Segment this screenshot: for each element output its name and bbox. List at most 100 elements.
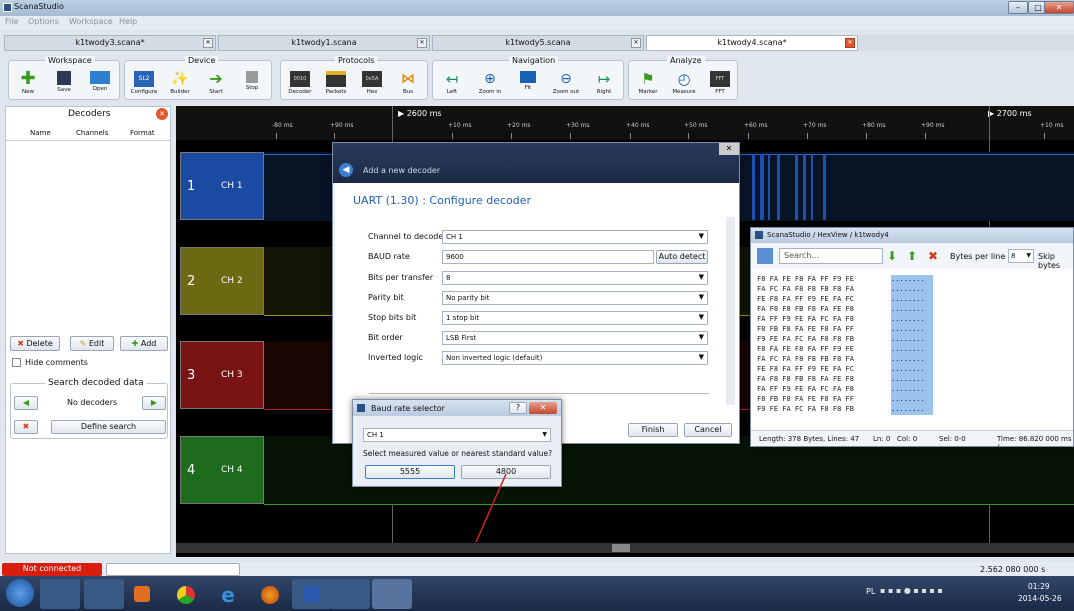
close-icon[interactable]: ✕ — [719, 143, 739, 155]
clear-search-button[interactable]: ✖ — [14, 420, 38, 434]
left-button[interactable]: ↤ Left — [435, 71, 469, 101]
menu-workspace[interactable]: Workspace — [69, 17, 113, 26]
x-icon[interactable]: ✖ — [928, 249, 938, 263]
menu-options[interactable]: Options — [28, 17, 59, 26]
dialog-scrollbar[interactable] — [726, 217, 735, 405]
next-result-button[interactable]: ▶ — [142, 396, 166, 410]
tool-icon[interactable] — [330, 579, 370, 609]
stop-button[interactable]: Stop — [235, 71, 269, 101]
packets-button[interactable]: Packets — [319, 71, 353, 101]
start-button[interactable]: ➔ Start — [199, 71, 233, 101]
tab-k1twody5[interactable]: k1twody5.scana ✕ — [432, 35, 644, 51]
word-icon[interactable] — [292, 579, 332, 609]
prev-result-button[interactable]: ◀ — [14, 396, 38, 410]
bytes-per-line-select[interactable]: 8 ▼ — [1008, 249, 1034, 263]
auto-detect-button[interactable]: Auto detect — [656, 250, 708, 264]
ascii-row[interactable]: ........ — [891, 325, 933, 335]
ascii-row[interactable]: ........ — [891, 405, 933, 415]
hex-row[interactable]: FA F8 F8 FB F8 FA FE F8 — [757, 305, 854, 313]
cancel-button[interactable]: Cancel — [684, 423, 732, 437]
zoom-out-button[interactable]: ⊖ Zoom out — [549, 71, 583, 101]
edit-button[interactable]: ✎ Edit — [70, 336, 114, 351]
add-button[interactable]: ✚ Add — [120, 336, 168, 351]
measured-baud-button[interactable]: 5555 — [365, 465, 455, 479]
fft-button[interactable]: FFT FFT — [703, 71, 737, 101]
ascii-row[interactable]: ........ — [891, 385, 933, 395]
hex-row[interactable]: FA FF F9 FE FA FC FA F8 — [757, 385, 854, 393]
minimize-button[interactable]: – — [1008, 1, 1028, 14]
tab-k1twody3[interactable]: k1twody3.scana* ✕ — [4, 35, 216, 51]
bus-button[interactable]: ⋈ Bus — [391, 71, 425, 101]
close-icon[interactable]: ✕ — [631, 38, 641, 48]
hex-row[interactable]: FA FC FA F8 F8 FB F8 FA — [757, 355, 854, 363]
ascii-row[interactable]: ........ — [891, 345, 933, 355]
scrollbar-thumb[interactable] — [612, 544, 630, 552]
close-icon[interactable]: ✕ — [156, 108, 168, 120]
start-orb-icon[interactable] — [6, 579, 34, 607]
menu-file[interactable]: File — [5, 17, 18, 26]
new-button[interactable]: ✚ New — [11, 70, 45, 101]
channel-4-label[interactable]: 4 CH 4 — [180, 436, 264, 504]
tab-k1twody4[interactable]: k1twody4.scana* ✕ — [646, 35, 858, 51]
save-button[interactable]: Save — [47, 71, 81, 101]
hex-row[interactable]: F8 FB F8 FA FE F8 FA FF — [757, 325, 854, 333]
close-icon[interactable]: ✕ — [417, 38, 427, 48]
fit-button[interactable]: Fit — [511, 71, 545, 101]
arrow-down-icon[interactable]: ⬇ — [887, 249, 897, 263]
close-icon[interactable]: ✕ — [203, 38, 213, 48]
channel-1-label[interactable]: 1 CH 1 — [180, 152, 264, 220]
help-button[interactable]: ? — [509, 402, 527, 414]
hex-search-input[interactable]: Search... — [779, 248, 883, 264]
ascii-row[interactable]: ........ — [891, 295, 933, 305]
hex-button[interactable]: 0x5A Hex — [355, 71, 389, 101]
tab-k1twody1[interactable]: k1twody1.scana ✕ — [218, 35, 430, 51]
ascii-row[interactable]: ........ — [891, 315, 933, 325]
ascii-row[interactable]: ........ — [891, 355, 933, 365]
inverted-select[interactable]: Non inverted logic (default) ▼ — [442, 351, 708, 365]
app-window-icon[interactable] — [84, 579, 124, 609]
close-icon[interactable]: ✕ — [845, 38, 855, 48]
ascii-row[interactable]: ........ — [891, 305, 933, 315]
baud-input[interactable]: 9600 — [442, 250, 654, 264]
configure-button[interactable]: SL2 Configure — [127, 71, 161, 101]
hex-row[interactable]: FA FF F9 FE FA FC FA F8 — [757, 315, 854, 323]
bits-select[interactable]: 8 ▼ — [442, 271, 708, 285]
ascii-row[interactable]: ........ — [891, 335, 933, 345]
chrome-icon[interactable] — [166, 579, 206, 609]
finish-button[interactable]: Finish — [628, 423, 678, 437]
menu-help[interactable]: Help — [119, 17, 137, 26]
measure-button[interactable]: ◴ Measure — [667, 71, 701, 101]
baud-channel-select[interactable]: CH 1 ▼ — [363, 428, 551, 442]
ascii-row[interactable]: ........ — [891, 275, 933, 285]
zoom-in-button[interactable]: ⊕ Zoom in — [473, 71, 507, 101]
ascii-row[interactable]: ........ — [891, 395, 933, 405]
arrow-up-icon[interactable]: ⬆ — [907, 249, 917, 263]
hex-row[interactable]: F9 FE FA FC FA F8 F8 FB — [757, 405, 854, 413]
firefox-icon[interactable] — [250, 579, 290, 609]
channel-select[interactable]: CH 1 ▼ — [442, 230, 708, 244]
explorer-icon[interactable] — [40, 579, 80, 609]
scanastudio-task-icon[interactable] — [372, 579, 412, 609]
channel-2-label[interactable]: 2 CH 2 — [180, 247, 264, 315]
close-button[interactable]: ✕ — [1044, 1, 1074, 14]
parity-select[interactable]: No parity bit ▼ — [442, 291, 708, 305]
channel-3-label[interactable]: 3 CH 3 — [180, 341, 264, 409]
delete-button[interactable]: ✖ Delete — [10, 336, 60, 351]
right-button[interactable]: ↦ Right — [587, 71, 621, 101]
hex-row[interactable]: FE F8 FA FF F9 FE FA FC — [757, 295, 854, 303]
ie-icon[interactable]: e — [208, 579, 248, 609]
hide-comments-checkbox[interactable] — [12, 358, 21, 367]
hex-row[interactable]: F8 FA FE F8 FA FF F9 FE — [757, 275, 854, 283]
hex-row[interactable]: FA FC FA F8 F8 FB F8 FA — [757, 285, 854, 293]
define-search-button[interactable]: Define search — [51, 420, 166, 434]
stop-bits-select[interactable]: 1 stop bit ▼ — [442, 311, 708, 325]
media-player-icon[interactable] — [122, 579, 162, 609]
hex-row[interactable]: F9 FE FA FC FA F8 F8 FB — [757, 335, 854, 343]
hex-row[interactable]: FE F8 FA FF F9 FE FA FC — [757, 365, 854, 373]
hex-row[interactable]: FA F8 F8 FB F8 FA FE F8 — [757, 375, 854, 383]
marker-button[interactable]: ⚑ Marker — [631, 71, 665, 101]
builder-button[interactable]: ✨ Builder — [163, 71, 197, 101]
close-icon[interactable]: ✕ — [529, 402, 557, 414]
open-button[interactable]: Open — [83, 71, 117, 101]
ascii-row[interactable]: ........ — [891, 285, 933, 295]
